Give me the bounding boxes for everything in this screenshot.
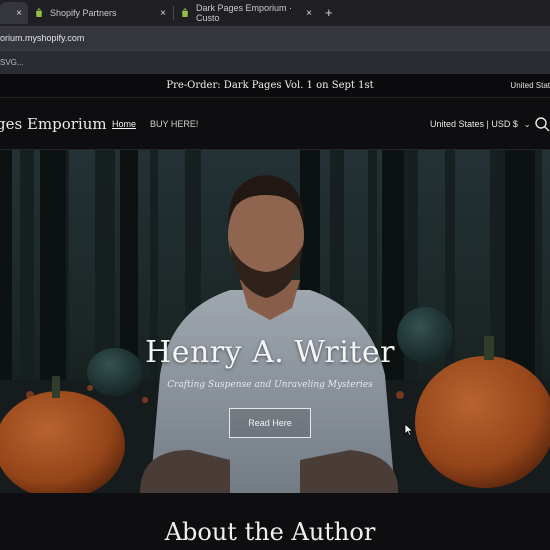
nav-buy-link[interactable]: BUY HERE!	[150, 119, 198, 129]
chevron-down-icon: ⌄	[523, 119, 531, 129]
store-logo[interactable]: ges Emporium	[0, 115, 107, 133]
url-text[interactable]: orium.myshopify.com	[0, 33, 84, 43]
new-tab-button[interactable]: +	[325, 5, 333, 20]
currency-selector[interactable]: United States | USD $ ⌄	[430, 119, 531, 129]
mouse-cursor-icon	[404, 423, 414, 441]
about-heading: About the Author	[164, 518, 376, 546]
currency-label: United States | USD $	[430, 119, 518, 129]
close-tab-icon[interactable]: ×	[16, 8, 22, 19]
tab-current[interactable]: ×	[0, 2, 28, 24]
hero-subtitle: Crafting Suspense and Unraveling Mysteri…	[167, 380, 373, 390]
region-link[interactable]: United Stat	[510, 81, 550, 90]
search-icon[interactable]	[534, 116, 550, 132]
bookmarks-bar: SVG...	[0, 50, 550, 74]
read-here-button[interactable]: Read Here	[229, 408, 311, 438]
close-tab-icon[interactable]: ×	[306, 8, 312, 19]
address-bar[interactable]: orium.myshopify.com	[0, 26, 550, 50]
tab-dark-pages-emporium[interactable]: Dark Pages Emporium · Custo ×	[176, 2, 318, 24]
tab-label: Dark Pages Emporium · Custo	[196, 3, 293, 23]
store-header: ges Emporium Home BUY HERE! United State…	[0, 98, 550, 150]
shopify-bag-icon	[34, 8, 44, 18]
tab-shopify-partners[interactable]: Shopify Partners ×	[30, 2, 172, 24]
browser-tab-bar: × Shopify Partners × Dark Pages Emporium…	[0, 0, 550, 26]
bookmark-item[interactable]: SVG...	[0, 58, 24, 67]
hero-title: Henry A. Writer	[145, 335, 395, 370]
hero-background-image	[0, 150, 550, 493]
close-tab-icon[interactable]: ×	[160, 8, 166, 19]
announcement-text: Pre-Order: Dark Pages Vol. 1 on Sept 1st	[166, 80, 374, 91]
tab-label: Shopify Partners	[50, 8, 117, 18]
tab-divider	[173, 6, 174, 20]
announcement-bar: Pre-Order: Dark Pages Vol. 1 on Sept 1st…	[0, 74, 550, 98]
hero-banner: Henry A. Writer Crafting Suspense and Un…	[0, 150, 550, 493]
shopify-bag-icon	[180, 8, 190, 18]
nav-home-link[interactable]: Home	[112, 119, 136, 129]
